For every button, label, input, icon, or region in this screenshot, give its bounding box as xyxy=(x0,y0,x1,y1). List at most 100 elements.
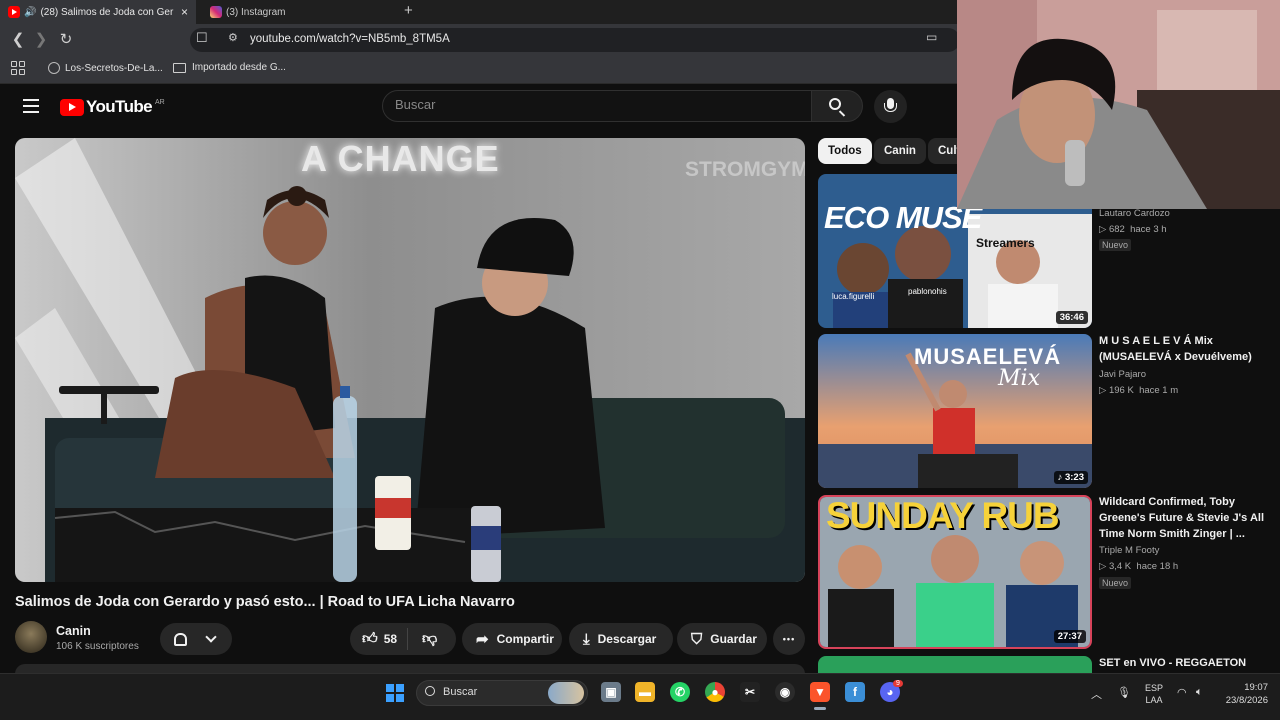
like-icon[interactable]: 👍︎ xyxy=(362,630,378,648)
bookmark-icon[interactable]: ☐ xyxy=(196,30,208,46)
keyboard-layout: LAA xyxy=(1145,695,1163,705)
download-button[interactable]: ⤓ Descargar xyxy=(569,623,673,655)
chip-todos[interactable]: Todos xyxy=(818,138,872,164)
share-icon: ➦ xyxy=(476,631,489,648)
thumbnail-subtext: Mix xyxy=(998,366,1040,391)
site-info-icon[interactable]: ⚙ xyxy=(228,31,238,44)
capcut-icon[interactable]: ✂ xyxy=(740,682,760,702)
reload-icon[interactable]: ↻ xyxy=(56,30,76,50)
video-duration: 27:37 xyxy=(1053,630,1086,643)
related-channel[interactable]: Lautaro Cardozo xyxy=(1099,208,1170,219)
tab-title: (28) Salimos de Joda con Ger xyxy=(40,6,174,18)
play-icon: ▷ xyxy=(1099,561,1109,572)
bookmark-folder[interactable]: Importado desde G... xyxy=(173,62,286,73)
video-frame xyxy=(15,138,805,582)
share-label: Compartir xyxy=(496,632,554,646)
volume-icon[interactable]: 🔈︎ xyxy=(1196,686,1203,699)
play-icon: ▷ xyxy=(1099,385,1109,396)
discord-notification-badge: 9 xyxy=(893,680,903,687)
bookmark-label: Importado desde G... xyxy=(192,62,286,73)
related-title[interactable]: M U S A E L E V Á Mix (MUSAELEVÁ x Devué… xyxy=(1099,333,1269,365)
related-meta: ▷ 682 hace 3 h xyxy=(1099,224,1167,235)
video-duration: ♪ 3:23 xyxy=(1053,471,1088,484)
bookmark-icon: ⛉ xyxy=(691,630,703,648)
video-title: Salimos de Joda con Gerardo y pasó esto.… xyxy=(15,594,515,610)
save-button[interactable]: ⛉ Guardar xyxy=(677,623,767,655)
chip-canin[interactable]: Canin xyxy=(874,138,926,164)
more-actions-button[interactable]: ••• xyxy=(773,623,805,655)
search-input[interactable] xyxy=(395,97,795,112)
tab-close-icon[interactable]: × xyxy=(181,5,188,19)
dislike-icon[interactable]: 👎︎ xyxy=(422,630,437,648)
microphone-tray-icon[interactable]: 🎙︎ xyxy=(1117,686,1131,699)
related-title[interactable]: SET en VIVO - REGGAETON xyxy=(1099,655,1269,671)
search-icon[interactable] xyxy=(829,98,841,110)
related-meta: ▷ 3,4 K hace 18 h xyxy=(1099,561,1178,572)
menu-icon[interactable] xyxy=(23,99,39,113)
related-thumbnail[interactable]: SUNDAY RUB 27:37 xyxy=(818,495,1092,649)
video-player[interactable]: A CHANGE STROMGYM xyxy=(15,138,805,582)
language-code: ESP xyxy=(1145,683,1164,693)
download-label: Descargar xyxy=(597,632,657,646)
subscribed-notifications-button[interactable] xyxy=(160,623,232,655)
webcam-overlay xyxy=(957,0,1280,209)
file-explorer-icon[interactable]: ▬ xyxy=(635,682,655,702)
video-duration: 36:46 xyxy=(1055,311,1088,324)
facebook-icon[interactable]: f xyxy=(845,682,865,702)
related-thumbnail[interactable] xyxy=(818,656,1092,674)
microphone-icon[interactable] xyxy=(884,98,897,112)
related-meta: ▷ 196 K hace 1 m xyxy=(1099,385,1178,396)
like-dislike-group: 👍︎ 58 👎︎ xyxy=(350,623,456,655)
system-clock[interactable]: 19:07 23/8/2026 xyxy=(1222,681,1268,707)
bell-icon xyxy=(174,632,187,646)
wifi-icon[interactable]: ◠ xyxy=(1177,686,1187,699)
bookmark-item[interactable]: Los-Secretos-De-La... xyxy=(48,62,163,74)
chrome-icon[interactable]: ● xyxy=(705,682,725,702)
address-url[interactable]: youtube.com/watch?v=NB5mb_8TM5A xyxy=(250,33,450,45)
instagram-favicon-icon xyxy=(210,6,222,18)
neon-sign-text: A CHANGE xyxy=(301,138,500,179)
new-tab-button[interactable]: + xyxy=(404,2,413,19)
taskbar-search-label: Buscar xyxy=(443,686,478,698)
language-indicator[interactable]: ESP LAA xyxy=(1145,682,1163,706)
share-button[interactable]: ➦ Compartir xyxy=(462,623,562,655)
view-count: 196 K xyxy=(1108,385,1134,396)
save-label: Guardar xyxy=(710,632,757,646)
more-icon: ••• xyxy=(782,634,796,644)
thumbnail-tag: pablonohis xyxy=(908,287,947,296)
search-highlight-image xyxy=(548,682,584,704)
download-icon: ⤓ xyxy=(583,630,590,648)
new-badge: Nuevo xyxy=(1099,577,1132,589)
windows-start-icon[interactable] xyxy=(386,684,404,702)
apps-grid-icon[interactable] xyxy=(11,61,25,75)
related-title[interactable]: Wildcard Confirmed, Toby Greene's Future… xyxy=(1099,494,1269,542)
related-channel[interactable]: Triple M Footy xyxy=(1099,545,1159,556)
whatsapp-icon[interactable]: ✆ xyxy=(670,682,690,702)
channel-avatar[interactable] xyxy=(15,621,47,653)
new-badge: Nuevo xyxy=(1099,239,1132,251)
youtube-favicon-icon xyxy=(8,6,20,18)
related-channel[interactable]: Javi Pajaro xyxy=(1099,369,1146,380)
play-icon: ▷ xyxy=(1099,224,1109,235)
like-divider xyxy=(407,628,409,650)
youtube-logo[interactable]: YouTube AR xyxy=(60,97,165,117)
brave-icon[interactable]: ▼ xyxy=(810,682,830,702)
speaker-icon[interactable]: 🔊 xyxy=(24,7,36,18)
tray-overflow-icon[interactable]: ︿ xyxy=(1091,686,1102,702)
tab-title: (3) Instagram xyxy=(226,6,286,18)
forward-arrow-icon[interactable]: ❯ xyxy=(31,30,51,50)
like-count[interactable]: 58 xyxy=(384,632,397,646)
tab-youtube[interactable]: 🔊 (28) Salimos de Joda con Ger × xyxy=(0,0,196,24)
clock-time: 19:07 xyxy=(1244,682,1268,693)
channel-name[interactable]: Canin xyxy=(56,624,91,638)
related-thumbnail[interactable]: MUSAELEVÁ Mix ♪ 3:23 xyxy=(818,334,1092,488)
tab-instagram[interactable]: (3) Instagram xyxy=(200,0,396,24)
logo-text: YouTube xyxy=(86,97,153,116)
thumbnail-text: SUNDAY RUB xyxy=(826,495,1060,536)
view-count: 3,4 K xyxy=(1108,561,1132,572)
task-view-icon[interactable]: ▣ xyxy=(601,682,621,702)
back-arrow-icon[interactable]: ❮ xyxy=(8,30,28,50)
cast-icon[interactable]: ▭ xyxy=(926,30,937,44)
obs-icon[interactable]: ◉ xyxy=(775,682,795,702)
bookmark-label: Los-Secretos-De-La... xyxy=(65,62,163,74)
